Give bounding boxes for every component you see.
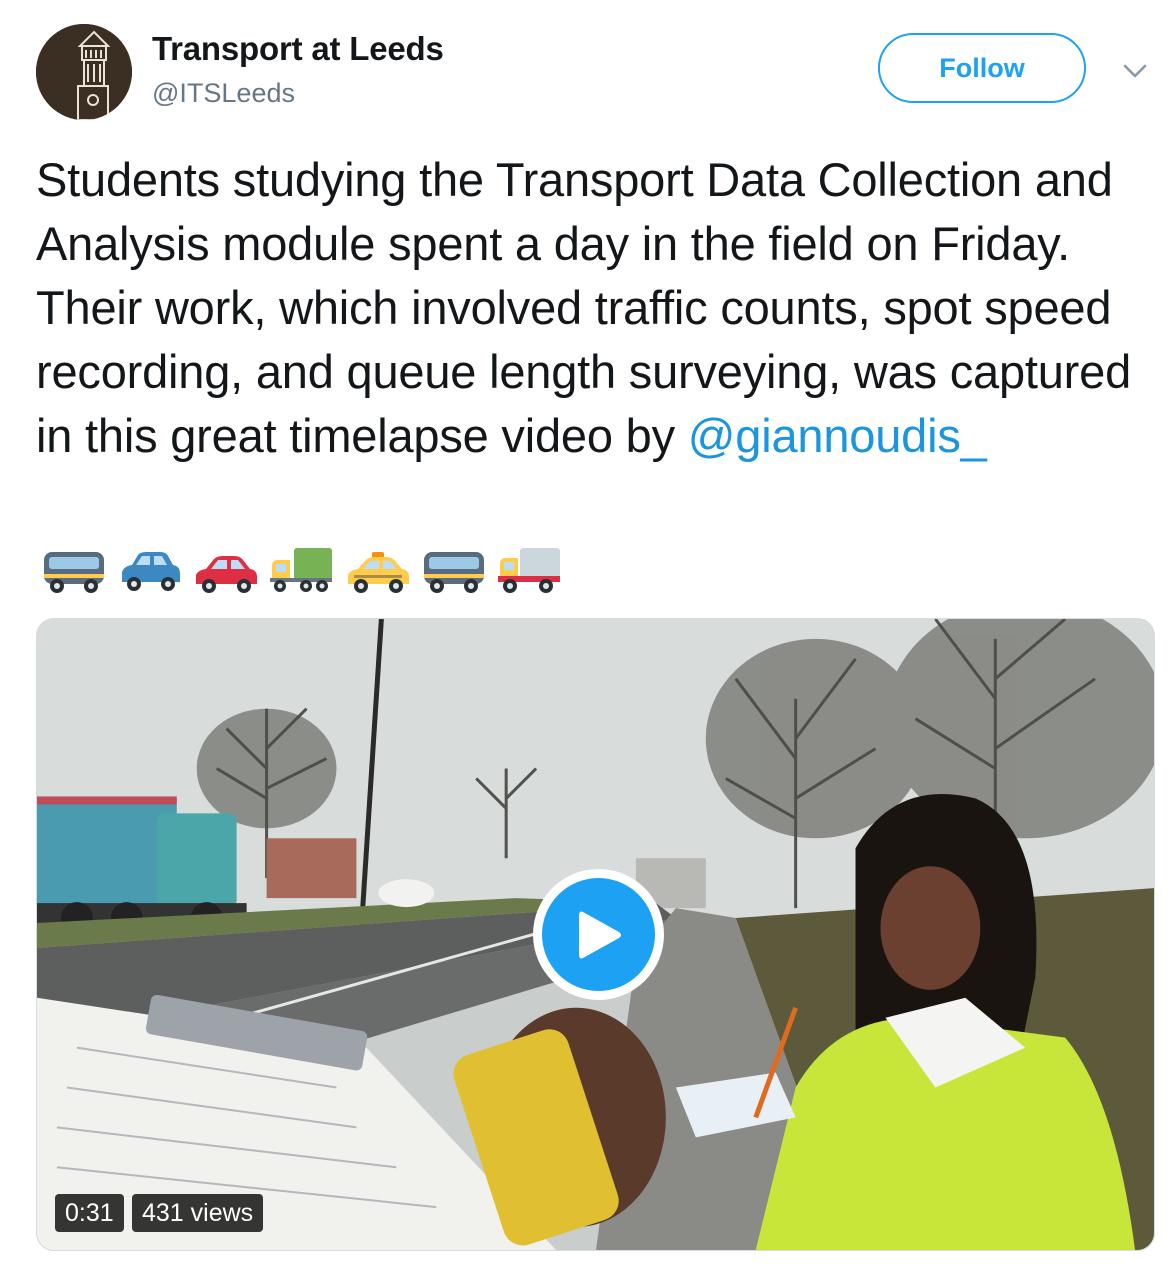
play-icon	[578, 911, 621, 958]
video-duration-badge: 0:31	[55, 1194, 124, 1232]
red-car-emoji-icon	[196, 556, 257, 593]
video-views-badge: 431 views	[132, 1194, 264, 1232]
articulated-lorry-emoji-icon	[270, 548, 332, 592]
delivery-truck-emoji-icon	[498, 548, 560, 593]
play-button[interactable]	[533, 869, 664, 1000]
emoji-row	[40, 546, 563, 596]
university-clock-tower-icon	[36, 24, 132, 120]
bus-emoji-icon	[44, 552, 104, 593]
chevron-down-icon[interactable]	[1122, 58, 1148, 84]
account-handle[interactable]: @ITSLeeds	[152, 78, 295, 109]
display-name[interactable]: Transport at Leeds	[152, 30, 444, 68]
avatar[interactable]	[36, 24, 132, 120]
tweet-text: Students studying the Transport Data Col…	[36, 148, 1161, 468]
video-player[interactable]: 0:31 431 views	[36, 618, 1155, 1251]
taxi-emoji-icon	[348, 552, 409, 593]
play-button-circle	[542, 878, 655, 991]
follow-button[interactable]: Follow	[878, 33, 1086, 103]
blue-car-emoji-icon	[122, 552, 180, 591]
bus-emoji-icon	[424, 552, 484, 593]
mention-link[interactable]: @giannoudis_	[688, 409, 987, 462]
